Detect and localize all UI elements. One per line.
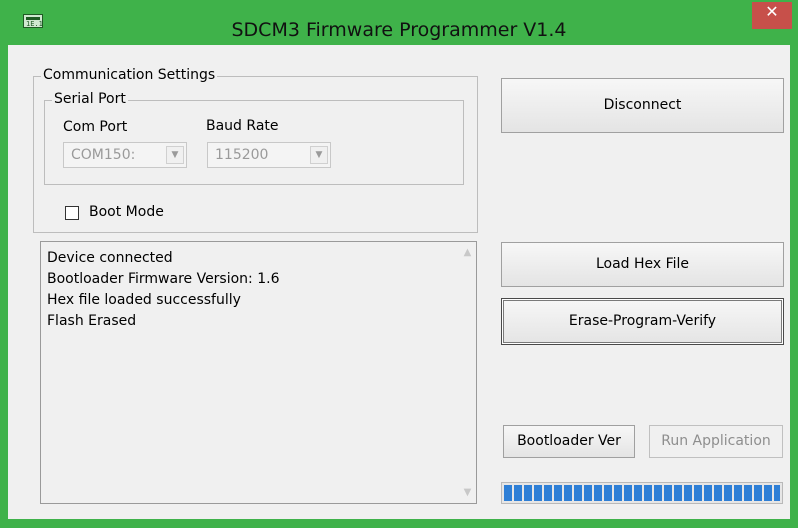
boot-mode-checkbox[interactable]: [65, 206, 79, 220]
log-line: Device connected: [47, 250, 173, 266]
app-window: 1E.1 SDCM3 Firmware Programmer V1.4 ✕ Co…: [0, 0, 798, 528]
disconnect-button-label: Disconnect: [603, 97, 682, 113]
log-line: Hex file loaded successfully: [47, 292, 241, 308]
log-textbox[interactable]: Device connected Bootloader Firmware Vers…: [40, 241, 477, 504]
run-application-button-label: Run Application: [661, 433, 771, 449]
load-hex-file-button-label: Load Hex File: [595, 256, 690, 272]
run-application-button[interactable]: Run Application: [649, 425, 783, 458]
com-port-value: COM150:: [71, 147, 136, 163]
title-bar[interactable]: 1E.1 SDCM3 Firmware Programmer V1.4 ✕: [0, 0, 798, 45]
baud-rate-value: 115200: [215, 147, 269, 163]
close-icon: ✕: [765, 2, 779, 21]
baud-rate-select[interactable]: 115200 ▼: [207, 142, 331, 168]
erase-program-verify-button[interactable]: Erase-Program-Verify: [501, 298, 784, 345]
log-line: Flash Erased: [47, 313, 137, 329]
serial-port-label: Serial Port: [52, 91, 128, 107]
chevron-down-icon[interactable]: ▼: [166, 146, 184, 164]
scroll-up-icon[interactable]: ▲: [459, 244, 476, 261]
log-lines: Device connected Bootloader Firmware Vers…: [47, 248, 454, 332]
com-port-label: Com Port: [63, 119, 128, 135]
com-port-select[interactable]: COM150: ▼: [63, 142, 187, 168]
progress-bar-fill: [504, 485, 780, 501]
progress-bar: [501, 482, 783, 504]
communication-settings-label: Communication Settings: [41, 67, 218, 83]
baud-rate-label: Baud Rate: [206, 118, 279, 134]
log-scrollbar[interactable]: ▲ ▼: [459, 242, 476, 503]
bootloader-ver-button[interactable]: Bootloader Ver: [503, 425, 635, 458]
erase-program-verify-button-label: Erase-Program-Verify: [568, 313, 717, 329]
window-title: SDCM3 Firmware Programmer V1.4: [231, 19, 567, 41]
communication-settings-group: Communication Settings Serial Port Com P…: [33, 67, 478, 233]
serial-port-group: Serial Port Com Port Baud Rate COM150: ▼…: [44, 91, 464, 185]
close-button[interactable]: ✕: [752, 2, 792, 29]
chevron-down-icon[interactable]: ▼: [310, 146, 328, 164]
client-area: Communication Settings Serial Port Com P…: [8, 45, 790, 519]
scroll-down-icon[interactable]: ▼: [459, 484, 476, 501]
log-line: Bootloader Firmware Version: 1.6: [47, 271, 280, 287]
bootloader-ver-button-label: Bootloader Ver: [517, 433, 621, 449]
load-hex-file-button[interactable]: Load Hex File: [501, 242, 784, 287]
boot-mode-label[interactable]: Boot Mode: [89, 204, 164, 220]
disconnect-button[interactable]: Disconnect: [501, 78, 784, 133]
